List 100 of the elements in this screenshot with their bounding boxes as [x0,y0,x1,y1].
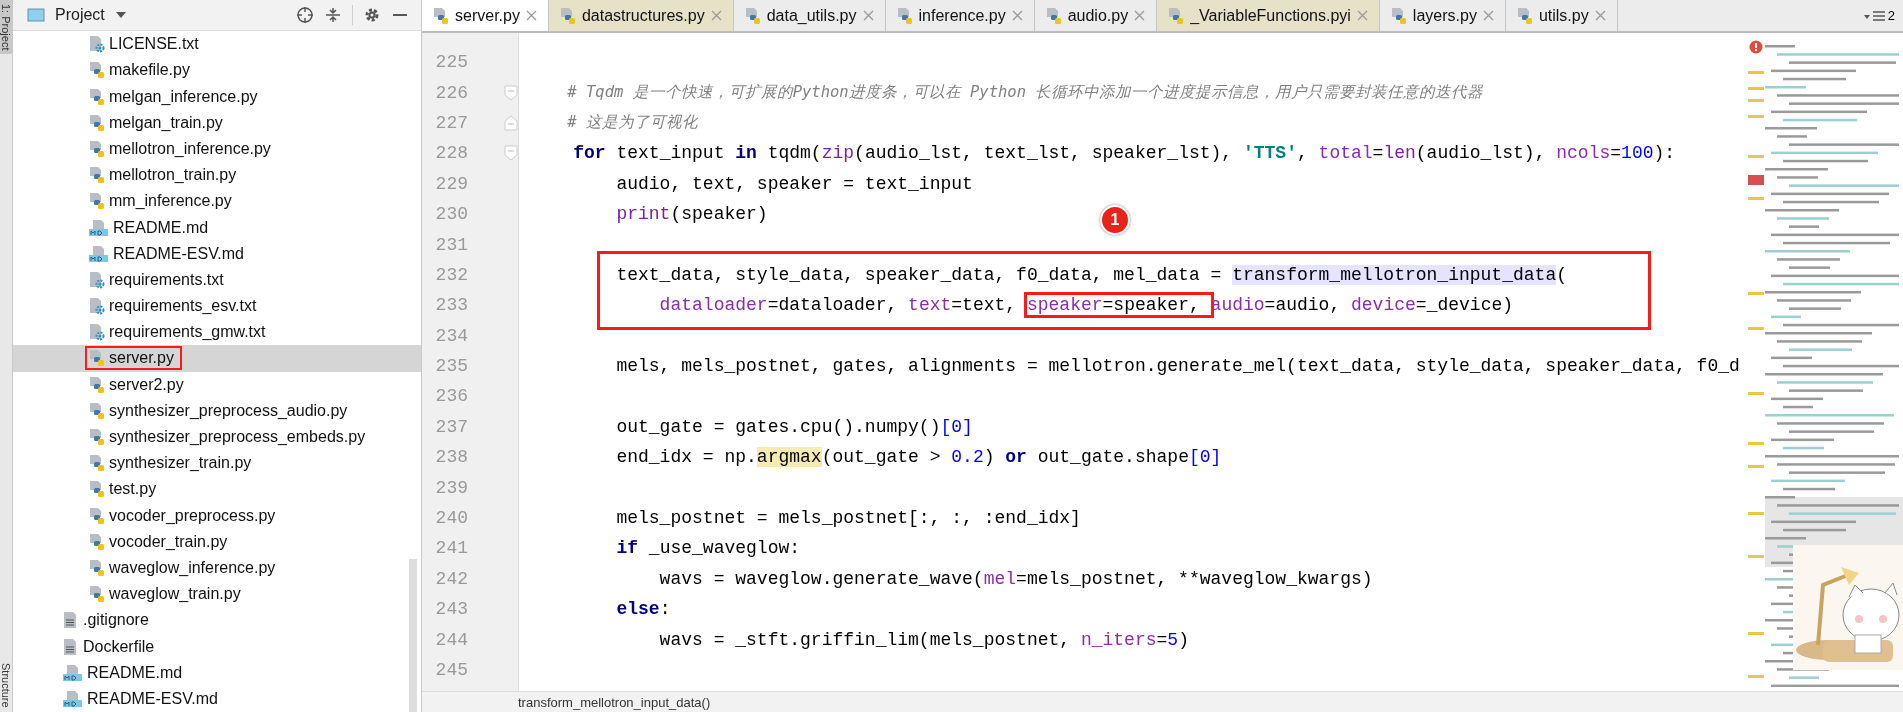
close-icon[interactable] [1356,10,1368,21]
python-file-icon [89,375,105,394]
code-line: # 这是为了可视化 [566,112,698,134]
file-tab[interactable]: utils.py [1505,0,1618,31]
close-icon[interactable] [1594,10,1606,21]
code-line: wavs = _stft.griffin_lim(mels_postnet, n_iters=5) [658,629,1189,650]
line-number: 241 [434,538,468,559]
tree-item[interactable]: synthesizer_preprocess_audio.py [13,397,421,424]
line-number: 232 [434,264,468,285]
config-file-icon [89,323,105,342]
tree-item[interactable]: LICENSE.txt [13,31,421,58]
line-number: 230 [434,204,468,225]
tool-window-label[interactable]: Structure [0,659,12,712]
hidden-tabs-button[interactable]: 2 [1863,0,1903,31]
tree-item[interactable]: server.py [13,345,421,372]
tree-item[interactable]: vocoder_train.py [13,528,421,555]
tree-item[interactable]: Dockerfile [13,633,421,660]
python-file-icon [896,6,913,25]
file-tab[interactable]: data_utils.py [733,0,886,31]
tool-window-label[interactable]: 1: Project [0,0,12,55]
python-file-icon [89,61,105,80]
line-number: 243 [434,599,468,620]
file-tab[interactable]: server.py [422,0,549,31]
line-number: 245 [434,660,468,680]
tree-item[interactable]: mellotron_inference.py [13,135,421,163]
tree-item[interactable]: mm_inference.py [13,188,421,215]
tree-item[interactable]: README.md [13,214,421,241]
close-icon[interactable] [1482,10,1494,21]
file-tab[interactable]: inference.py [885,0,1035,31]
line-number: 226 [434,82,468,103]
breadcrumb[interactable]: transform_mellotron_input_data() [518,694,711,710]
line-number: 234 [434,325,468,346]
tree-item[interactable]: vocoder_preprocess.py [13,502,421,529]
text-file-icon [63,611,79,630]
tree-item[interactable]: melgan_inference.py [13,83,421,110]
tree-item[interactable]: requirements.txt [13,266,421,293]
python-file-icon [89,454,105,473]
python-file-icon [89,349,105,368]
code-line: end_idx = np.argmax(out_gate > 0.2) or out_gate.shape[0] [615,447,1222,468]
python-file-icon [89,532,105,551]
close-icon[interactable] [525,10,537,21]
tree-item[interactable]: .gitignore [13,607,421,634]
line-number: 233 [434,295,468,316]
tree-item[interactable]: waveglow_train.py [13,581,421,608]
tree-item[interactable]: mellotron_train.py [13,162,421,189]
fold-icon[interactable] [504,84,518,101]
line-number: 235 [434,356,468,377]
tree-item[interactable]: requirements_esv.txt [13,293,421,320]
list-icon [1863,9,1886,22]
python-file-icon [1390,6,1407,25]
panel-title[interactable]: Project [55,6,105,25]
code-line: text_data, style_data, speaker_data, f0_data, mel_data = transform_mellotron_input_data( [615,264,1567,285]
file-tab[interactable]: layers.py [1379,0,1506,31]
collapse-icon[interactable] [324,6,342,25]
python-file-icon [89,506,105,525]
tree-item[interactable]: README.md [13,659,421,686]
tree-item[interactable]: makefile.py [13,57,421,84]
line-number: 225 [434,52,468,73]
tree-item[interactable]: requirements_gmw.txt [13,319,421,346]
window-icon [27,7,45,24]
tree-item[interactable]: server2.py [13,371,421,398]
close-icon[interactable] [1134,10,1146,21]
tree-item[interactable]: melgan_train.py [13,109,421,136]
markdown-file-icon [63,663,83,682]
python-file-icon [89,192,105,211]
config-file-icon [89,297,105,316]
code-line: else: [615,599,671,620]
python-file-icon [89,585,105,604]
fold-icon[interactable] [504,145,518,162]
python-file-icon [1516,6,1533,25]
line-number: 238 [434,447,468,468]
file-tab[interactable]: _VariableFunctions.pyi [1157,0,1380,31]
caret-icon[interactable] [114,11,127,20]
close-icon[interactable] [1011,10,1023,21]
python-file-icon [89,139,105,158]
line-number: 231 [434,234,468,255]
code-line: audio, text, speaker = text_input [615,173,973,194]
tree-item[interactable]: waveglow_inference.py [13,554,421,582]
line-number: 240 [434,508,468,529]
line-number: 242 [434,568,468,589]
markdown-file-icon [89,244,109,263]
file-tab[interactable]: datastructures.py [548,0,734,31]
code-line: mels_postnet = mels_postnet[:, :, :end_idx] [615,508,1081,529]
scrollbar[interactable] [409,559,417,712]
tree-item[interactable]: synthesizer_preprocess_embeds.py [13,423,421,451]
code-line: mels, mels_postnet, gates, alignments = mellotron.generate_mel(text_data, style_data, speaker_data, f0_d [615,356,1740,377]
locate-icon[interactable] [296,6,314,25]
line-number: 229 [434,173,468,194]
python-file-icon [744,6,761,25]
tree-item[interactable]: README-ESV.md [13,685,421,712]
line-number: 244 [434,629,468,650]
python-file-icon [433,6,449,25]
tree-item[interactable]: synthesizer_train.py [13,450,421,477]
close-icon[interactable] [710,10,722,21]
close-icon[interactable] [862,10,874,21]
python-file-icon [89,558,105,577]
tree-item[interactable]: README-ESV.md [13,240,421,267]
python-file-icon [89,480,105,499]
code-line: out_gate = gates.cpu().numpy()[0] [615,416,973,437]
tree-item[interactable]: test.py [13,476,421,503]
